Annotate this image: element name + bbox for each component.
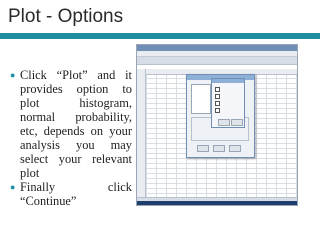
taskbar bbox=[137, 201, 297, 205]
title-underline bbox=[0, 33, 320, 39]
checkbox-icon bbox=[215, 108, 220, 113]
cancel-button bbox=[229, 145, 241, 152]
subdialog-titlebar bbox=[212, 79, 244, 83]
cancel-button bbox=[231, 119, 243, 126]
slide-title: Plot - Options bbox=[8, 6, 124, 27]
bullet-item: ● Finally click “Continue” bbox=[10, 180, 132, 208]
plots-subdialog bbox=[211, 78, 245, 128]
checkbox-icon bbox=[215, 94, 220, 99]
variable-list bbox=[191, 84, 211, 114]
window-toolbar bbox=[137, 57, 297, 65]
spss-screenshot bbox=[136, 44, 298, 206]
bullet-text: Click “Plot” and it provides option to p… bbox=[20, 68, 132, 180]
checkbox-icon bbox=[215, 87, 220, 92]
bullet-marker-icon: ● bbox=[10, 70, 16, 80]
row-headers bbox=[137, 69, 146, 197]
bullet-list: ● Click “Plot” and it provides option to… bbox=[10, 68, 132, 208]
bullet-marker-icon: ● bbox=[10, 182, 16, 192]
ok-button bbox=[197, 145, 209, 152]
bullet-item: ● Click “Plot” and it provides option to… bbox=[10, 68, 132, 180]
checkbox-icon bbox=[215, 101, 220, 106]
bullet-text: Finally click “Continue” bbox=[20, 180, 132, 208]
continue-button bbox=[218, 119, 230, 126]
paste-button bbox=[213, 145, 225, 152]
